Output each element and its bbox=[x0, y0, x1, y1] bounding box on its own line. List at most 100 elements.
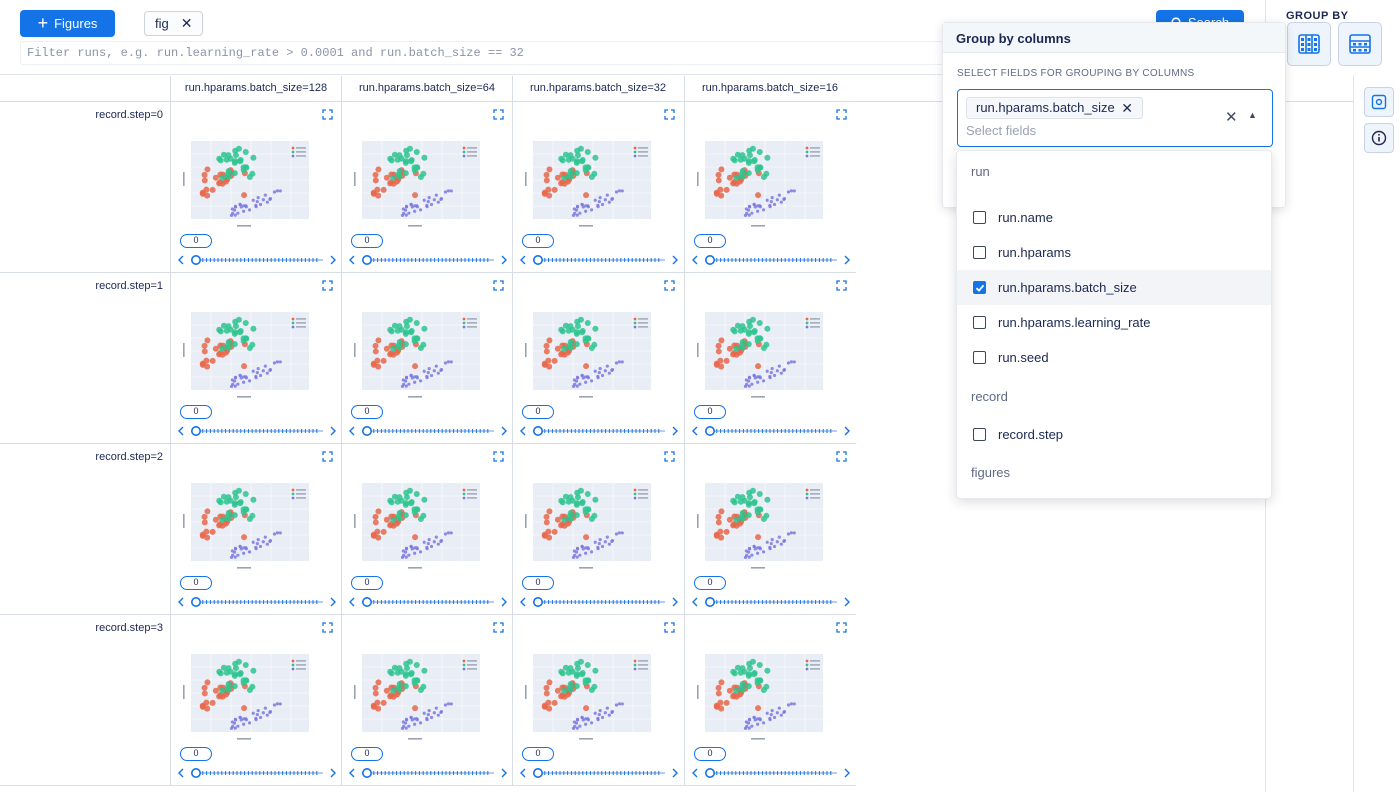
next-step-icon[interactable] bbox=[501, 768, 507, 778]
step-input[interactable]: 0 bbox=[351, 234, 383, 248]
step-input[interactable]: 0 bbox=[351, 576, 383, 590]
prev-step-icon[interactable] bbox=[178, 768, 184, 778]
next-step-icon[interactable] bbox=[330, 426, 336, 436]
step-slider[interactable] bbox=[348, 423, 508, 439]
expand-icon[interactable] bbox=[836, 109, 847, 120]
expand-icon[interactable] bbox=[493, 280, 504, 291]
slider-handle[interactable] bbox=[191, 768, 201, 778]
prev-step-icon[interactable] bbox=[520, 597, 526, 607]
next-step-icon[interactable] bbox=[501, 597, 507, 607]
step-input[interactable]: 0 bbox=[694, 576, 726, 590]
step-slider[interactable] bbox=[519, 594, 679, 610]
step-slider[interactable] bbox=[177, 423, 337, 439]
expand-icon[interactable] bbox=[322, 451, 333, 462]
dropdown-option[interactable]: record.step bbox=[957, 417, 1271, 452]
slider-handle[interactable] bbox=[533, 768, 543, 778]
slider-handle[interactable] bbox=[533, 426, 543, 436]
next-step-icon[interactable] bbox=[844, 255, 850, 265]
expand-icon[interactable] bbox=[664, 109, 675, 120]
step-input[interactable]: 0 bbox=[351, 405, 383, 419]
checkbox[interactable] bbox=[973, 281, 986, 294]
slider-handle[interactable] bbox=[533, 597, 543, 607]
expand-icon[interactable] bbox=[664, 451, 675, 462]
step-input[interactable]: 0 bbox=[694, 405, 726, 419]
slider-handle[interactable] bbox=[362, 597, 372, 607]
explore-chip[interactable]: fig ✕ bbox=[144, 11, 203, 36]
expand-icon[interactable] bbox=[664, 622, 675, 633]
step-input[interactable]: 0 bbox=[180, 234, 212, 248]
checkbox[interactable] bbox=[973, 428, 986, 441]
expand-icon[interactable] bbox=[836, 280, 847, 291]
prev-step-icon[interactable] bbox=[178, 255, 184, 265]
slider-handle[interactable] bbox=[705, 597, 715, 607]
next-step-icon[interactable] bbox=[672, 768, 678, 778]
slider-handle[interactable] bbox=[362, 255, 372, 265]
step-slider[interactable] bbox=[691, 594, 851, 610]
dropdown-option[interactable]: run.name bbox=[957, 200, 1271, 235]
dropdown-option[interactable]: run.hparams bbox=[957, 235, 1271, 270]
next-step-icon[interactable] bbox=[844, 597, 850, 607]
expand-icon[interactable] bbox=[493, 109, 504, 120]
dropdown-option[interactable]: run.hparams.learning_rate bbox=[957, 305, 1271, 340]
expand-icon[interactable] bbox=[493, 451, 504, 462]
prev-step-icon[interactable] bbox=[520, 768, 526, 778]
checkbox[interactable] bbox=[973, 211, 986, 224]
prev-step-icon[interactable] bbox=[692, 426, 698, 436]
prev-step-icon[interactable] bbox=[692, 768, 698, 778]
slider-handle[interactable] bbox=[362, 768, 372, 778]
checkbox[interactable] bbox=[973, 316, 986, 329]
checkbox[interactable] bbox=[973, 246, 986, 259]
step-input[interactable]: 0 bbox=[694, 234, 726, 248]
group-by-rows-button[interactable] bbox=[1338, 22, 1382, 66]
next-step-icon[interactable] bbox=[330, 255, 336, 265]
step-input[interactable]: 0 bbox=[522, 405, 554, 419]
selected-field-chip[interactable]: run.hparams.batch_size ✕ bbox=[966, 97, 1143, 119]
step-slider[interactable] bbox=[348, 594, 508, 610]
next-step-icon[interactable] bbox=[844, 426, 850, 436]
step-input[interactable]: 0 bbox=[180, 405, 212, 419]
next-step-icon[interactable] bbox=[501, 426, 507, 436]
dropdown-option[interactable]: run.seed bbox=[957, 340, 1271, 375]
prev-step-icon[interactable] bbox=[520, 255, 526, 265]
slider-handle[interactable] bbox=[191, 426, 201, 436]
expand-icon[interactable] bbox=[322, 109, 333, 120]
step-input[interactable]: 0 bbox=[522, 747, 554, 761]
filter-input[interactable]: Filter runs, e.g. run.learning_rate > 0.… bbox=[20, 41, 950, 65]
prev-step-icon[interactable] bbox=[520, 426, 526, 436]
step-slider[interactable] bbox=[691, 423, 851, 439]
step-slider[interactable] bbox=[177, 594, 337, 610]
prev-step-icon[interactable] bbox=[692, 255, 698, 265]
remove-icon[interactable]: ✕ bbox=[1121, 98, 1133, 118]
step-slider[interactable] bbox=[177, 765, 337, 781]
prev-step-icon[interactable] bbox=[692, 597, 698, 607]
slider-handle[interactable] bbox=[705, 768, 715, 778]
step-input[interactable]: 0 bbox=[351, 747, 383, 761]
expand-icon[interactable] bbox=[664, 280, 675, 291]
settings-button[interactable] bbox=[1364, 87, 1394, 117]
caret-down-icon[interactable]: ▲ bbox=[1248, 110, 1257, 120]
step-slider[interactable] bbox=[519, 423, 679, 439]
group-fields-select[interactable]: run.hparams.batch_size ✕ Select fields ✕… bbox=[957, 89, 1273, 147]
next-step-icon[interactable] bbox=[501, 255, 507, 265]
step-slider[interactable] bbox=[519, 765, 679, 781]
group-by-columns-button[interactable] bbox=[1287, 22, 1331, 66]
expand-icon[interactable] bbox=[322, 622, 333, 633]
info-button[interactable] bbox=[1364, 123, 1394, 153]
prev-step-icon[interactable] bbox=[349, 255, 355, 265]
step-slider[interactable] bbox=[691, 252, 851, 268]
step-input[interactable]: 0 bbox=[522, 234, 554, 248]
slider-handle[interactable] bbox=[705, 426, 715, 436]
slider-handle[interactable] bbox=[705, 255, 715, 265]
expand-icon[interactable] bbox=[836, 622, 847, 633]
expand-icon[interactable] bbox=[493, 622, 504, 633]
slider-handle[interactable] bbox=[533, 255, 543, 265]
step-slider[interactable] bbox=[348, 765, 508, 781]
checkbox[interactable] bbox=[973, 351, 986, 364]
expand-icon[interactable] bbox=[322, 280, 333, 291]
expand-icon[interactable] bbox=[836, 451, 847, 462]
step-input[interactable]: 0 bbox=[522, 576, 554, 590]
slider-handle[interactable] bbox=[191, 255, 201, 265]
prev-step-icon[interactable] bbox=[178, 426, 184, 436]
prev-step-icon[interactable] bbox=[349, 426, 355, 436]
prev-step-icon[interactable] bbox=[178, 597, 184, 607]
